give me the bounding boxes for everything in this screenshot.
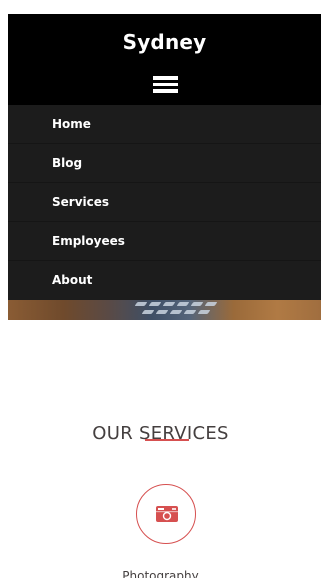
hero-image-detail (183, 310, 197, 314)
mobile-nav-menu: Home Blog Services Employees About (8, 105, 321, 300)
hero-image-detail (190, 302, 204, 306)
nav-item-about[interactable]: About (8, 261, 321, 300)
menu-icon-bar (153, 82, 178, 86)
menu-icon-bar (153, 89, 178, 93)
hero-image-detail (197, 310, 211, 314)
nav-item-label: Services (52, 195, 110, 209)
nav-item-home[interactable]: Home (8, 105, 321, 144)
site-title[interactable]: Sydney (8, 30, 321, 54)
nav-item-label: About (52, 273, 93, 287)
hero-image-detail (134, 302, 148, 306)
hero-image-detail (148, 302, 162, 306)
nav-item-employees[interactable]: Employees (8, 222, 321, 261)
camera-retro-icon (156, 506, 178, 522)
menu-icon-bar (153, 76, 178, 80)
nav-item-label: Employees (52, 234, 125, 248)
service-name: Photography (122, 569, 199, 578)
hero-image (8, 300, 321, 320)
hero-image-detail (141, 310, 155, 314)
site-header: Sydney (8, 14, 321, 105)
hero-image-detail (204, 302, 218, 306)
hero-image-detail (162, 302, 176, 306)
hero-image-detail (155, 310, 169, 314)
page: Sydney Home Blog Services Employees Abou… (0, 0, 321, 578)
service-icon-circle (136, 484, 196, 544)
nav-item-label: Blog (52, 156, 83, 170)
nav-item-blog[interactable]: Blog (8, 144, 321, 183)
section-title-underline (145, 439, 189, 441)
hamburger-menu-icon[interactable] (153, 75, 178, 93)
nav-item-label: Home (52, 117, 91, 131)
hero-image-detail (176, 302, 190, 306)
hero-image-detail (169, 310, 183, 314)
nav-item-services[interactable]: Services (8, 183, 321, 222)
